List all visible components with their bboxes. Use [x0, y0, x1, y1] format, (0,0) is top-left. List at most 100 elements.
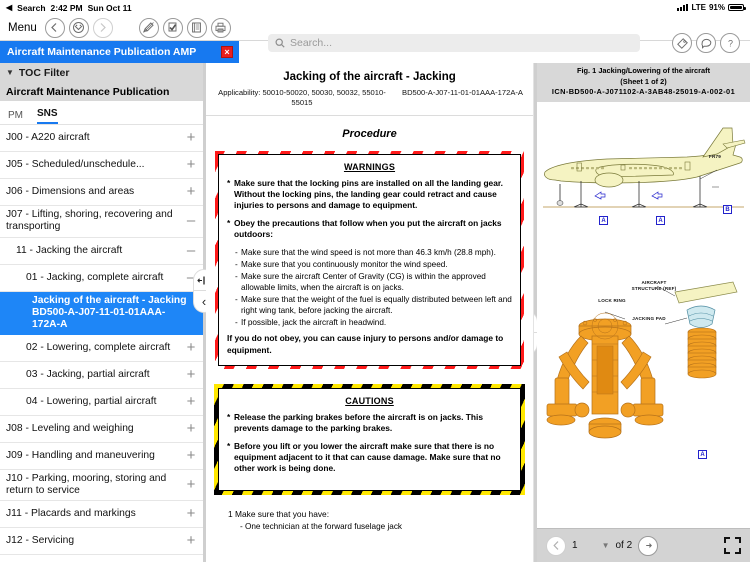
step-number: 1 — [228, 509, 233, 520]
toc-item-label: 11 - Jacking the aircraft — [16, 244, 123, 256]
toc-item-label: Jacking of the aircraft - Jacking BD500-… — [6, 295, 197, 332]
expand-toggle-icon[interactable]: + — [185, 129, 197, 147]
warning-sub-item: - If possible, jack the aircraft in headw… — [235, 317, 512, 328]
open-document-tab[interactable]: Aircraft Maintenance Publication AMP × — [0, 41, 239, 63]
toc-item-j11[interactable]: J11 - Placards and markings + — [0, 501, 203, 529]
tab-pm[interactable]: PM — [8, 110, 23, 124]
toc-item-j00[interactable]: J00 - A220 aircraft + — [0, 125, 203, 152]
warning-sub-text: Make sure the aircraft Center of Gravity… — [241, 272, 486, 293]
next-page-button[interactable] — [638, 535, 659, 556]
expand-toggle-icon[interactable]: + — [185, 505, 197, 523]
status-bar-date: Sun Oct 11 — [87, 2, 132, 13]
battery-percent-label: 91% — [708, 3, 725, 12]
toc-item-label: J08 - Leveling and weighing — [6, 422, 134, 434]
toc-item-j06[interactable]: J06 - Dimensions and areas + — [0, 179, 203, 206]
network-type-label: LTE — [691, 3, 706, 12]
toc-item-04-lowering-partial[interactable]: 04 - Lowering, partial aircraft + — [0, 389, 203, 416]
lifting-jack-detail-illustration — [546, 281, 738, 439]
collapse-toggle-icon[interactable]: – — [185, 212, 197, 230]
section-heading: Procedure — [342, 127, 397, 140]
expand-toggle-icon[interactable]: + — [185, 420, 197, 438]
figure-canvas[interactable]: FR79 A A B LOCK RING AIRCRAFT STRUCTURE … — [537, 102, 750, 557]
expand-toggle-icon[interactable]: + — [185, 447, 197, 465]
expand-toggle-icon[interactable]: + — [185, 339, 197, 357]
toc-tabs: PM SNS — [0, 101, 203, 125]
expand-toggle-icon[interactable]: + — [185, 532, 197, 550]
toc-item-01-jacking-complete[interactable]: 01 - Jacking, complete aircraft – — [0, 265, 203, 292]
tab-sns[interactable]: SNS — [37, 108, 58, 124]
help-icon[interactable]: ? — [720, 33, 740, 53]
toc-item-03-jacking-partial[interactable]: 03 - Jacking, partial aircraft + — [0, 362, 203, 389]
callout-a-3: A — [698, 450, 707, 460]
caret-down-icon[interactable]: ▼ — [602, 541, 610, 550]
warning-sub-item: - Make sure that the weight of the fuel i… — [235, 294, 512, 316]
svg-text:?: ? — [727, 38, 732, 48]
procedure-step: 1 Make sure that you have: — [228, 509, 525, 519]
status-bar-left: ◀ Search 2:42 PM Sun Oct 11 — [6, 3, 132, 13]
expand-toggle-icon[interactable]: + — [185, 183, 197, 201]
toc-filter-label: TOC Filter — [18, 66, 70, 79]
toc-item-j07[interactable]: J07 - Lifting, shoring, recovering and t… — [0, 206, 203, 238]
warning-sub-item: - Make sure that the wind speed is not mo… — [235, 247, 512, 258]
fullscreen-icon[interactable] — [724, 537, 741, 554]
expand-toggle-icon[interactable]: + — [185, 393, 197, 411]
status-bar-time: 2:42 PM — [50, 2, 83, 13]
warnings-title: WARNINGS — [343, 161, 396, 172]
previous-page-button[interactable] — [546, 535, 566, 556]
toc-item-selected-jacking-dm[interactable]: Jacking of the aircraft - Jacking BD500-… — [0, 291, 203, 335]
right-tool-buttons: ? — [672, 33, 744, 53]
warning-sub-item: - Make sure that you continuously monitor… — [235, 259, 512, 270]
back-to-app-chevron-icon[interactable]: ◀ — [6, 3, 12, 12]
toc-item-11-jacking[interactable]: 11 - Jacking the aircraft – — [0, 238, 203, 265]
chevron-down-icon: ▼ — [6, 68, 14, 77]
comment-icon[interactable] — [696, 33, 716, 53]
back-to-app-label[interactable]: Search — [17, 3, 45, 13]
toc-item-j05[interactable]: J05 - Scheduled/unschedule... + — [0, 152, 203, 179]
toc-sidebar: ▼ TOC Filter Aircraft Maintenance Public… — [0, 63, 203, 562]
toc-item-label: J00 - A220 aircraft — [6, 131, 90, 143]
expand-toggle-icon[interactable]: + — [185, 156, 197, 174]
publication-title: Aircraft Maintenance Publication — [0, 82, 203, 101]
home-compass-button[interactable] — [68, 17, 89, 38]
expand-toggle-icon[interactable]: + — [185, 366, 197, 384]
open-document-title: Aircraft Maintenance Publication AMP — [7, 46, 197, 58]
figure-title: Fig. 1 Jacking/Lowering of the aircraft — [576, 66, 711, 75]
page-number-value[interactable]: 1 — [572, 540, 578, 551]
cautions-box: CAUTIONS * Release the parking brakes be… — [214, 383, 525, 496]
document-meta: Applicability: 50010-50020, 50030, 50032… — [216, 88, 523, 109]
toc-item-title: Jacking of the aircraft - Jacking — [32, 294, 187, 306]
toc-item-label: J09 - Handling and maneuvering — [6, 449, 155, 461]
toc-filter-header[interactable]: ▼ TOC Filter — [0, 63, 203, 82]
toc-item-label: J11 - Placards and markings — [6, 508, 136, 520]
toc-item-j12[interactable]: J12 - Servicing + — [0, 528, 203, 556]
book-icon[interactable] — [186, 17, 207, 38]
collapse-toggle-icon[interactable]: – — [185, 242, 197, 260]
print-icon[interactable] — [210, 17, 231, 38]
document-body: Procedure WARNINGS * Make sure that the … — [206, 116, 533, 531]
toc-item-label: 01 - Jacking, complete aircraft — [26, 271, 164, 283]
toc-item-02-lowering-complete[interactable]: 02 - Lowering, complete aircraft + — [0, 335, 203, 362]
toc-list[interactable]: J00 - A220 aircraft + J05 - Scheduled/un… — [0, 125, 203, 562]
toc-item-j10[interactable]: J10 - Parking, mooring, storing and retu… — [0, 470, 203, 502]
back-button[interactable] — [44, 17, 65, 38]
warning-bullet: * Obey the precautions that follow when … — [227, 218, 512, 240]
search-input[interactable]: Search... — [290, 37, 332, 49]
pencil-markup-icon[interactable] — [138, 17, 159, 38]
search-bar[interactable]: Search... — [268, 34, 640, 52]
figure-pagination-bar: 1 ▼ of 2 — [537, 528, 750, 562]
document-viewer[interactable]: Jacking of the aircraft - Jacking Applic… — [206, 63, 534, 562]
aircraft-side-view-illustration — [543, 127, 746, 208]
callout-a-1: A — [599, 216, 608, 226]
check-badge-icon[interactable] — [162, 17, 183, 38]
close-icon[interactable]: × — [221, 46, 233, 58]
expand-toggle-icon[interactable]: + — [185, 476, 197, 494]
toc-item-j09[interactable]: J09 - Handling and maneuvering + — [0, 443, 203, 470]
tag-icon[interactable] — [672, 33, 692, 53]
forward-button[interactable] — [92, 17, 113, 38]
menu-button[interactable]: Menu — [8, 22, 37, 34]
toc-item-label: 04 - Lowering, partial aircraft — [26, 395, 157, 407]
data-module-code: BD500-A-J07-11-01-01AAA-172A-A — [402, 88, 523, 97]
callout-a-2: A — [656, 216, 665, 226]
toc-item-j08[interactable]: J08 - Leveling and weighing + — [0, 416, 203, 443]
document-header: Jacking of the aircraft - Jacking Applic… — [206, 63, 533, 116]
